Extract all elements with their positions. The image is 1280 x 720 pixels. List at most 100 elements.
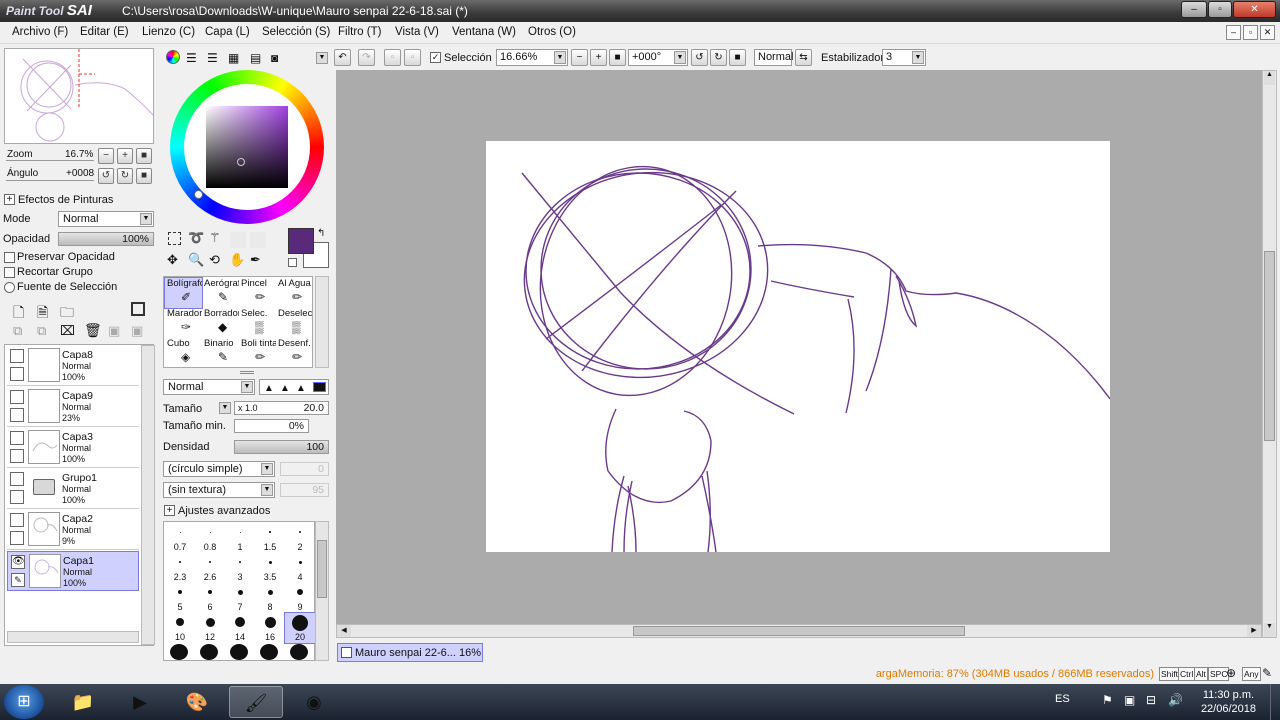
brush-size-option[interactable]: 4: [285, 553, 315, 583]
layer-mode-select[interactable]: Normal ▼: [58, 211, 154, 227]
menu-capa[interactable]: Capa (L): [205, 26, 250, 38]
invert-selection-icon[interactable]: ▫: [404, 49, 421, 66]
deselect-all-icon[interactable]: ▫: [384, 49, 401, 66]
swap-colors-icon[interactable]: ↰: [317, 228, 325, 239]
flag-icon[interactable]: ⚑: [1102, 693, 1113, 707]
chrome-taskbar-icon[interactable]: ◉: [287, 686, 341, 718]
zoom-in-button[interactable]: +: [117, 148, 133, 164]
rotate-icon[interactable]: ⟲: [209, 252, 220, 268]
chevron-down-icon[interactable]: ▼: [219, 402, 231, 414]
mdi-restore-button[interactable]: ▫: [1243, 25, 1258, 40]
zoom-in-tb-button[interactable]: +: [590, 49, 607, 66]
network-icon[interactable]: ⊟: [1146, 693, 1156, 707]
brush-size-option[interactable]: 14: [225, 613, 255, 643]
flip-horizontal-icon[interactable]: ⇆: [795, 49, 812, 66]
move-icon[interactable]: ✥: [167, 252, 178, 268]
swatches-tab-icon[interactable]: ▦: [228, 51, 239, 65]
shape-flat-icon[interactable]: [313, 382, 326, 392]
layer-item-capa9[interactable]: Capa9 Normal 23%: [7, 387, 139, 427]
brush-dot-icon[interactable]: [200, 644, 218, 660]
transfer-down-icon[interactable]: ⧉: [13, 323, 22, 339]
zoom-field[interactable]: 16.66% ▼: [496, 49, 568, 66]
lock-toggle[interactable]: [10, 449, 24, 463]
canvas-horizontal-scrollbar[interactable]: ◀ ▶: [336, 624, 1262, 638]
eyedropper-icon[interactable]: ✒: [250, 252, 261, 268]
brush-size-option[interactable]: 6: [195, 583, 225, 613]
magic-wand-icon[interactable]: ⚚: [209, 230, 221, 246]
apply-mask-icon[interactable]: ▣: [108, 323, 120, 339]
tool-selec[interactable]: Selec. ▒: [239, 308, 276, 338]
visibility-toggle[interactable]: [10, 349, 24, 363]
merge-down-icon[interactable]: ⧉: [37, 323, 46, 339]
min-size-slider[interactable]: 0%: [234, 419, 309, 433]
tool-desenf[interactable]: Desenf. ✏: [276, 338, 313, 368]
hue-handle[interactable]: [194, 190, 203, 199]
scroll-up-icon[interactable]: ▲: [1264, 71, 1275, 85]
brush-dot-icon[interactable]: [290, 644, 308, 660]
shape-medium-icon[interactable]: ▲: [280, 383, 290, 394]
zoom-out-button[interactable]: −: [98, 148, 114, 164]
scratchpad-tab-icon[interactable]: ▤: [250, 51, 261, 65]
saturation-value-square[interactable]: [206, 106, 288, 188]
layer-mask-icon[interactable]: [131, 302, 145, 316]
sai-taskbar-icon[interactable]: 🖌: [229, 686, 283, 718]
vscroll-thumb[interactable]: [1264, 251, 1275, 441]
menu-otros[interactable]: Otros (O): [528, 26, 576, 38]
scroll-left-icon[interactable]: ◀: [337, 625, 351, 637]
lock-toggle[interactable]: [10, 408, 24, 422]
selection-source-radio[interactable]: [4, 282, 15, 293]
language-indicator[interactable]: ES: [1055, 693, 1070, 705]
layer-item-capa1[interactable]: 👁 ✎ Capa1 Normal 100%: [7, 551, 139, 591]
transparent-color-icon[interactable]: [288, 258, 297, 267]
lock-toggle[interactable]: [10, 367, 24, 381]
maximize-button[interactable]: ▫: [1208, 1, 1232, 18]
rect-select-icon[interactable]: [168, 232, 181, 245]
eye-icon[interactable]: 👁: [11, 555, 25, 569]
brush-size-option[interactable]: 0.7: [165, 523, 195, 553]
brush-size-option[interactable]: 2.6: [195, 553, 225, 583]
brush-shape-selector[interactable]: ▲ ▲ ▲: [259, 379, 329, 395]
brush-size-option[interactable]: 12: [195, 613, 225, 643]
brush-size-option[interactable]: 1.5: [255, 523, 285, 553]
mdi-close-button[interactable]: ✕: [1260, 25, 1275, 40]
expand-effects-icon[interactable]: +: [4, 194, 15, 205]
explorer-taskbar-icon[interactable]: 📁: [56, 686, 110, 718]
lasso-icon[interactable]: ➰: [188, 230, 204, 246]
zoom-slider[interactable]: [6, 160, 94, 161]
tool-marador[interactable]: Marador ✑: [165, 308, 202, 338]
brush-dot-icon[interactable]: [170, 644, 188, 660]
mdi-minimize-button[interactable]: –: [1226, 25, 1241, 40]
brush-blend-select[interactable]: Normal ▼: [163, 379, 255, 395]
brush-size-option[interactable]: 0.8: [195, 523, 225, 553]
brush-size-option[interactable]: 7: [225, 583, 255, 613]
density-slider[interactable]: 100: [234, 440, 329, 454]
visibility-toggle[interactable]: [10, 390, 24, 404]
paint-taskbar-icon[interactable]: 🎨: [170, 686, 224, 718]
menu-seleccion[interactable]: Selección (S): [262, 26, 330, 38]
brush-dot-icon[interactable]: [230, 644, 248, 660]
delete-layer-icon[interactable]: 🗑: [84, 322, 102, 339]
layer-list-scrollbar[interactable]: [141, 345, 155, 645]
zoom-reset-button[interactable]: ■: [136, 148, 152, 164]
clip-group-checkbox[interactable]: [4, 267, 15, 278]
zoom-icon[interactable]: 🔍: [188, 252, 204, 268]
brush-shape-strength[interactable]: 0: [280, 462, 329, 476]
start-button[interactable]: ⊞: [4, 685, 44, 719]
show-desktop-button[interactable]: [1270, 684, 1280, 720]
tray-app-icon[interactable]: ▣: [1124, 693, 1135, 707]
color-mixer-tab-icon[interactable]: ◙: [271, 51, 278, 65]
hand-icon[interactable]: ✋: [229, 252, 245, 268]
view-blend-field[interactable]: Normal: [754, 49, 793, 66]
color-picker-handle[interactable]: [237, 158, 245, 166]
shape-soft-icon[interactable]: ▲: [296, 383, 306, 394]
selection-checkbox[interactable]: ✓: [430, 52, 441, 63]
color-wheel-tab-icon[interactable]: [166, 50, 180, 64]
visibility-toggle[interactable]: [10, 513, 24, 527]
tool-boli-tinta[interactable]: Boli tinta ✏: [239, 338, 276, 368]
rgb-slider-tab-icon[interactable]: ☰: [186, 51, 197, 65]
expand-advanced-icon[interactable]: +: [164, 505, 175, 516]
layer-opacity-slider[interactable]: 100%: [58, 232, 154, 246]
canvas-area[interactable]: [336, 70, 1262, 624]
clear-layer-icon[interactable]: ⌧: [60, 323, 75, 339]
tool-binario[interactable]: Binario ✎: [202, 338, 239, 368]
